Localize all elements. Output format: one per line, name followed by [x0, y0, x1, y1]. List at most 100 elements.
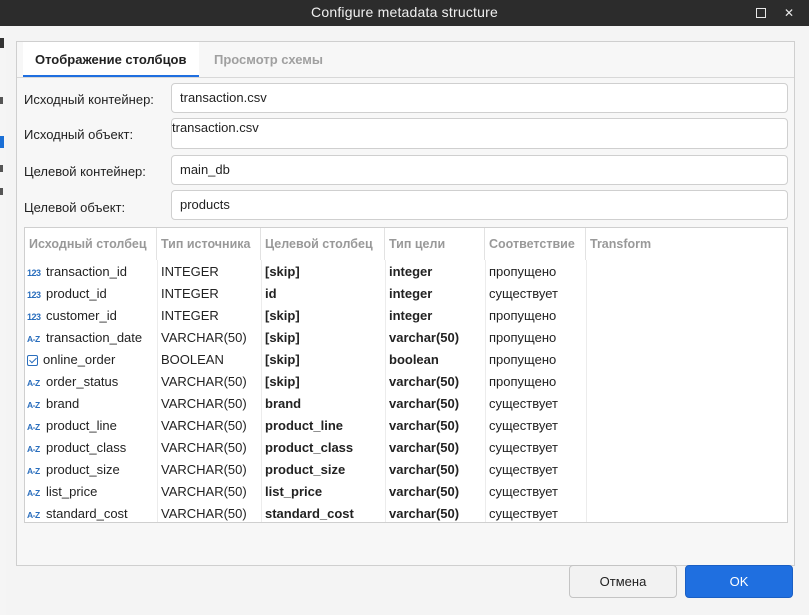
cell-transform[interactable]: [586, 481, 788, 503]
cell-transform[interactable]: [586, 261, 788, 283]
cell-target-column[interactable]: [skip]: [261, 349, 385, 371]
column-header-source[interactable]: Исходный столбец: [25, 228, 157, 260]
source-column-name: product_size: [46, 462, 120, 477]
column-header-source-type[interactable]: Тип источника: [157, 228, 261, 260]
cell-target-column[interactable]: [skip]: [261, 371, 385, 393]
cell-target-column[interactable]: list_price: [261, 481, 385, 503]
cell-source-column: A-Z standard_cost: [25, 503, 157, 525]
cell-source-type: VARCHAR(50): [161, 462, 247, 477]
table-row[interactable]: A-Z order_status VARCHAR(50) [skip] varchar(…: [25, 371, 787, 393]
column-mapping-table: Исходный столбец Тип источника Целевой с…: [24, 227, 788, 523]
cell-target-column[interactable]: product_class: [261, 437, 385, 459]
checkbox-icon: [27, 355, 38, 367]
tab-column-mapping[interactable]: Отображение столбцов: [23, 42, 199, 78]
close-icon[interactable]: ✕: [780, 4, 798, 22]
source-container-field[interactable]: transaction.csv: [171, 83, 788, 113]
cell-target-type: varchar(50): [389, 440, 460, 455]
table-row[interactable]: 123 transaction_id INTEGER [skip] integer про…: [25, 261, 787, 283]
table-row[interactable]: A-Z transaction_date VARCHAR(50) [skip] varc…: [25, 327, 787, 349]
cell-transform[interactable]: [586, 459, 788, 481]
ok-button[interactable]: OK: [685, 565, 793, 598]
text-icon: A-Z: [27, 421, 40, 432]
target-object-field[interactable]: products: [171, 190, 788, 220]
source-column-name: standard_cost: [46, 506, 128, 521]
text-icon: A-Z: [27, 465, 40, 476]
table-row[interactable]: A-Z product_size VARCHAR(50) product_size va…: [25, 459, 787, 481]
cell-target-column[interactable]: [skip]: [261, 261, 385, 283]
table-row[interactable]: 123 product_id INTEGER id integer существует: [25, 283, 787, 305]
maximize-icon[interactable]: [752, 4, 770, 22]
cell-target-column[interactable]: brand: [261, 393, 385, 415]
source-column-name: product_id: [46, 286, 107, 301]
column-header-transform[interactable]: Transform: [586, 228, 788, 260]
cell-transform[interactable]: [586, 305, 788, 327]
cell-source-column: 123 transaction_id: [25, 261, 157, 283]
cell-mapping: существует: [489, 396, 558, 411]
target-object-label: Целевой объект:: [24, 200, 126, 215]
cell-transform[interactable]: [586, 503, 788, 525]
cell-source-column: A-Z product_line: [25, 415, 157, 437]
target-container-label: Целевой контейнер:: [24, 164, 146, 179]
cell-target-type: varchar(50): [389, 418, 460, 433]
text-icon: A-Z: [27, 443, 40, 454]
cell-mapping: существует: [489, 484, 558, 499]
table-row[interactable]: 123 customer_id INTEGER [skip] integer пропущ…: [25, 305, 787, 327]
number-icon: 123: [27, 289, 41, 300]
cancel-button[interactable]: Отмена: [569, 565, 677, 598]
cell-target-type: varchar(50): [389, 396, 460, 411]
cell-source-column: 123 product_id: [25, 283, 157, 305]
cell-target-type: integer: [389, 308, 433, 323]
cell-source-type: VARCHAR(50): [161, 506, 247, 521]
table-row[interactable]: A-Z list_price VARCHAR(50) list_price varcha…: [25, 481, 787, 503]
source-column-name: transaction_id: [46, 264, 127, 279]
cell-source-type: INTEGER: [161, 308, 219, 323]
cell-source-type: BOOLEAN: [161, 352, 224, 367]
cell-source-type: VARCHAR(50): [161, 330, 247, 345]
cell-target-type: integer: [389, 264, 433, 279]
cell-transform[interactable]: [586, 283, 788, 305]
cell-mapping: существует: [489, 440, 558, 455]
source-column-name: transaction_date: [46, 330, 143, 345]
table-row[interactable]: A-Z product_class VARCHAR(50) product_class…: [25, 437, 787, 459]
cell-transform[interactable]: [586, 327, 788, 349]
tab-schema-preview[interactable]: Просмотр схемы: [202, 42, 335, 78]
table-row[interactable]: A-Z standard_cost VARCHAR(50) standard_cost…: [25, 503, 787, 525]
cell-target-column[interactable]: [skip]: [261, 305, 385, 327]
cell-mapping: существует: [489, 418, 558, 433]
cell-transform[interactable]: [586, 371, 788, 393]
cell-target-column[interactable]: standard_cost: [261, 503, 385, 525]
window-titlebar: Configure metadata structure ✕: [0, 0, 809, 26]
source-column-name: online_order: [43, 352, 116, 367]
source-column-name: product_line: [46, 418, 117, 433]
cell-target-column[interactable]: [skip]: [261, 327, 385, 349]
source-object-field[interactable]: transaction.csv: [171, 118, 788, 149]
source-column-name: brand: [46, 396, 80, 411]
text-icon: A-Z: [27, 509, 40, 520]
source-column-name: customer_id: [46, 308, 117, 323]
cell-transform[interactable]: [586, 437, 788, 459]
cell-transform[interactable]: [586, 393, 788, 415]
text-icon: A-Z: [27, 399, 40, 410]
cell-target-column[interactable]: id: [261, 283, 385, 305]
tab-bar: Отображение столбцов Просмотр схемы: [17, 42, 794, 78]
cell-source-column: online_order: [25, 349, 157, 371]
target-container-field[interactable]: main_db: [171, 155, 788, 185]
column-header-target-type[interactable]: Тип цели: [385, 228, 485, 260]
cell-target-type: varchar(50): [389, 462, 460, 477]
table-header: Исходный столбец Тип источника Целевой с…: [25, 228, 787, 260]
table-row[interactable]: online_order BOOLEAN [skip] boolean пропущен…: [25, 349, 787, 371]
cell-source-column: A-Z list_price: [25, 481, 157, 503]
column-header-mapping[interactable]: Соответствие: [485, 228, 586, 260]
column-header-target[interactable]: Целевой столбец: [261, 228, 385, 260]
cell-transform[interactable]: [586, 349, 788, 371]
cell-source-column: A-Z order_status: [25, 371, 157, 393]
table-row[interactable]: A-Z brand VARCHAR(50) brand varchar(50) сущес…: [25, 393, 787, 415]
cell-target-column[interactable]: product_line: [261, 415, 385, 437]
table-row[interactable]: A-Z product_line VARCHAR(50) product_line va…: [25, 415, 787, 437]
number-icon: 123: [27, 267, 41, 278]
cell-source-column: A-Z brand: [25, 393, 157, 415]
cell-transform[interactable]: [586, 415, 788, 437]
cell-mapping: существует: [489, 506, 558, 521]
cell-target-column[interactable]: product_size: [261, 459, 385, 481]
cell-source-type: VARCHAR(50): [161, 418, 247, 433]
